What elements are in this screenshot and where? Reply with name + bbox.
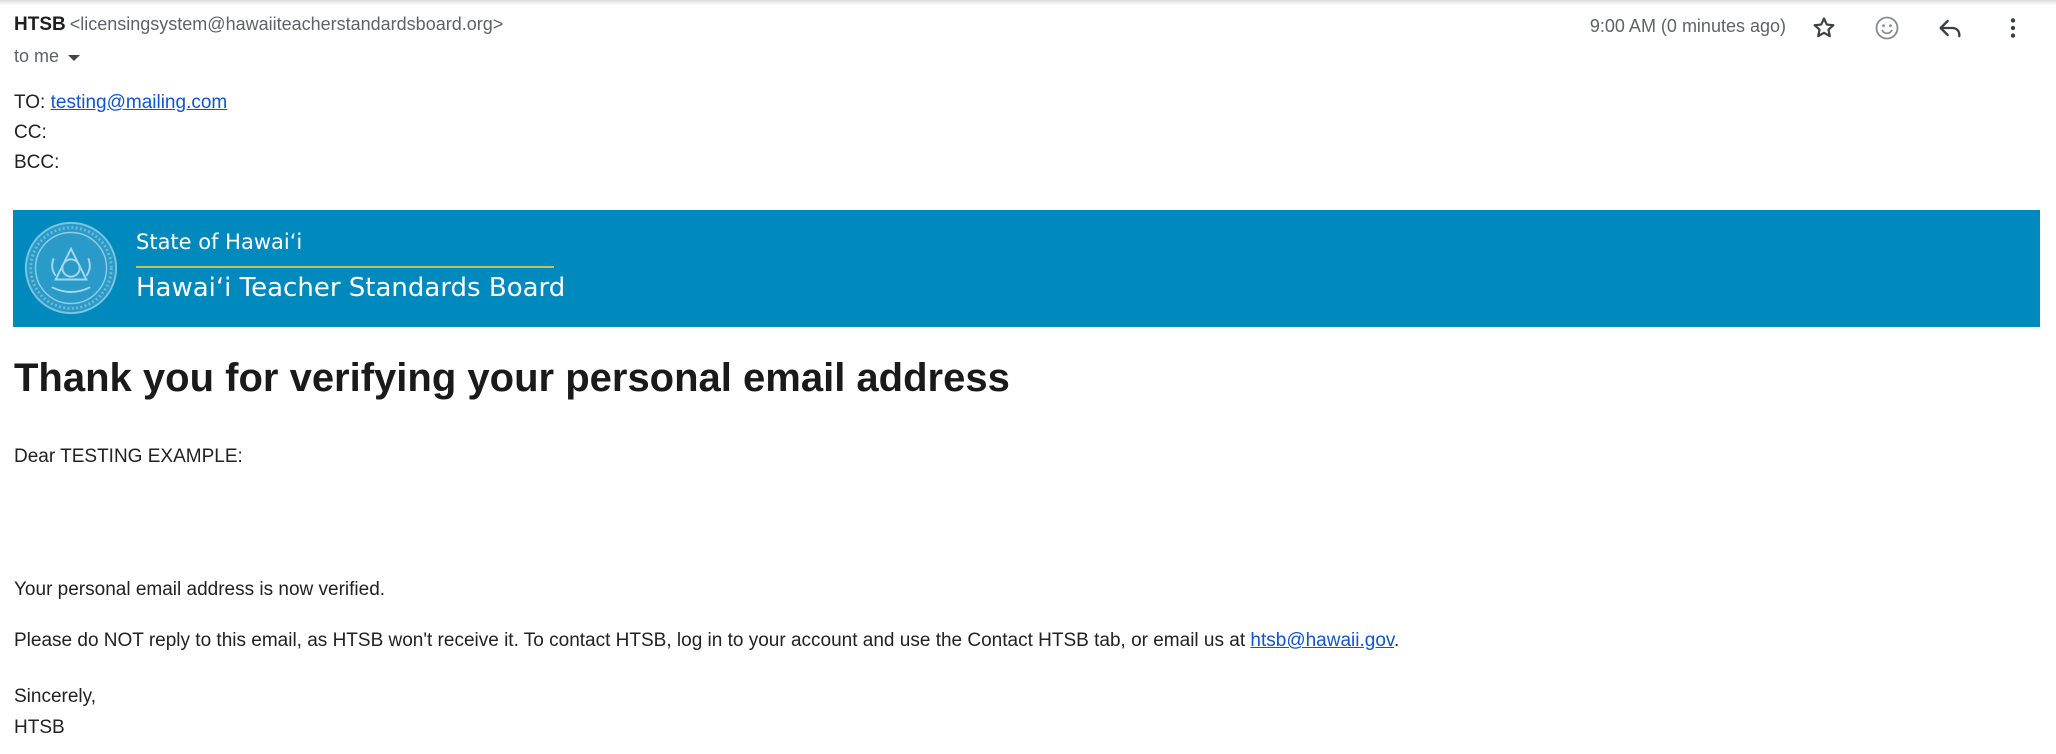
cc-line: CC:	[14, 118, 227, 148]
signature-block: Sincerely, HTSB	[14, 681, 96, 743]
cc-label: CC:	[14, 122, 47, 143]
to-email-link[interactable]: testing@mailing.com	[51, 92, 228, 113]
to-line: TO: testing@mailing.com	[14, 88, 227, 118]
bcc-line: BCC:	[14, 148, 227, 178]
notice-end: .	[1393, 630, 1400, 651]
banner-divider	[136, 266, 554, 268]
email-header: HTSB <licensingsystem@hawaiiteacherstanda…	[14, 14, 2044, 74]
chevron-down-icon[interactable]	[68, 55, 81, 61]
sender: HTSB <licensingsystem@hawaiiteacherstanda…	[14, 14, 503, 36]
address-block: TO: testing@mailing.com CC: BCC:	[14, 88, 227, 178]
emoji-reaction-button[interactable]	[1855, 10, 1918, 46]
greeting: Dear TESTING EXAMPLE:	[14, 446, 243, 467]
reply-icon	[1939, 19, 1960, 38]
banner-board-name: Hawaiʻi Teacher Standards Board	[136, 273, 566, 303]
recipient-details-toggle[interactable]: to me	[14, 46, 81, 67]
state-seal-icon	[24, 221, 118, 315]
star-button[interactable]	[1792, 10, 1855, 46]
to-label: TO:	[14, 92, 46, 113]
timestamp: 9:00 AM (0 minutes ago)	[1589, 16, 1786, 36]
closing-text: Sincerely,	[14, 686, 97, 707]
no-reply-notice: Please do NOT reply to this email, as HT…	[14, 630, 1399, 652]
more-options-button[interactable]	[1981, 10, 2044, 46]
sender-email: <licensingsystem@hawaiiteacherstandardsb…	[69, 14, 504, 34]
sender-name[interactable]: HTSB	[14, 14, 66, 35]
signature-name: HTSB	[14, 717, 65, 738]
verified-text: Your personal email address is now verif…	[14, 579, 386, 600]
recipient-label: to me	[14, 46, 60, 66]
message-actions	[1792, 10, 2044, 46]
bcc-label: BCC:	[14, 152, 60, 173]
htsb-email-link[interactable]: htsb@hawaii.gov	[1250, 630, 1394, 651]
star-icon	[1812, 17, 1835, 38]
banner-state-name: State of Hawaiʻi	[136, 230, 303, 254]
notice-text: Please do NOT reply to this email, as HT…	[14, 630, 1251, 651]
emoji-icon	[1875, 16, 1898, 40]
more-vert-icon	[2010, 18, 2015, 38]
message-headline: Thank you for verifying your personal em…	[14, 356, 1010, 400]
top-shadow	[0, 0, 2056, 5]
htsb-banner: State of Hawaiʻi Hawaiʻi Teacher Standar…	[13, 210, 2040, 327]
reply-button[interactable]	[1918, 10, 1981, 46]
